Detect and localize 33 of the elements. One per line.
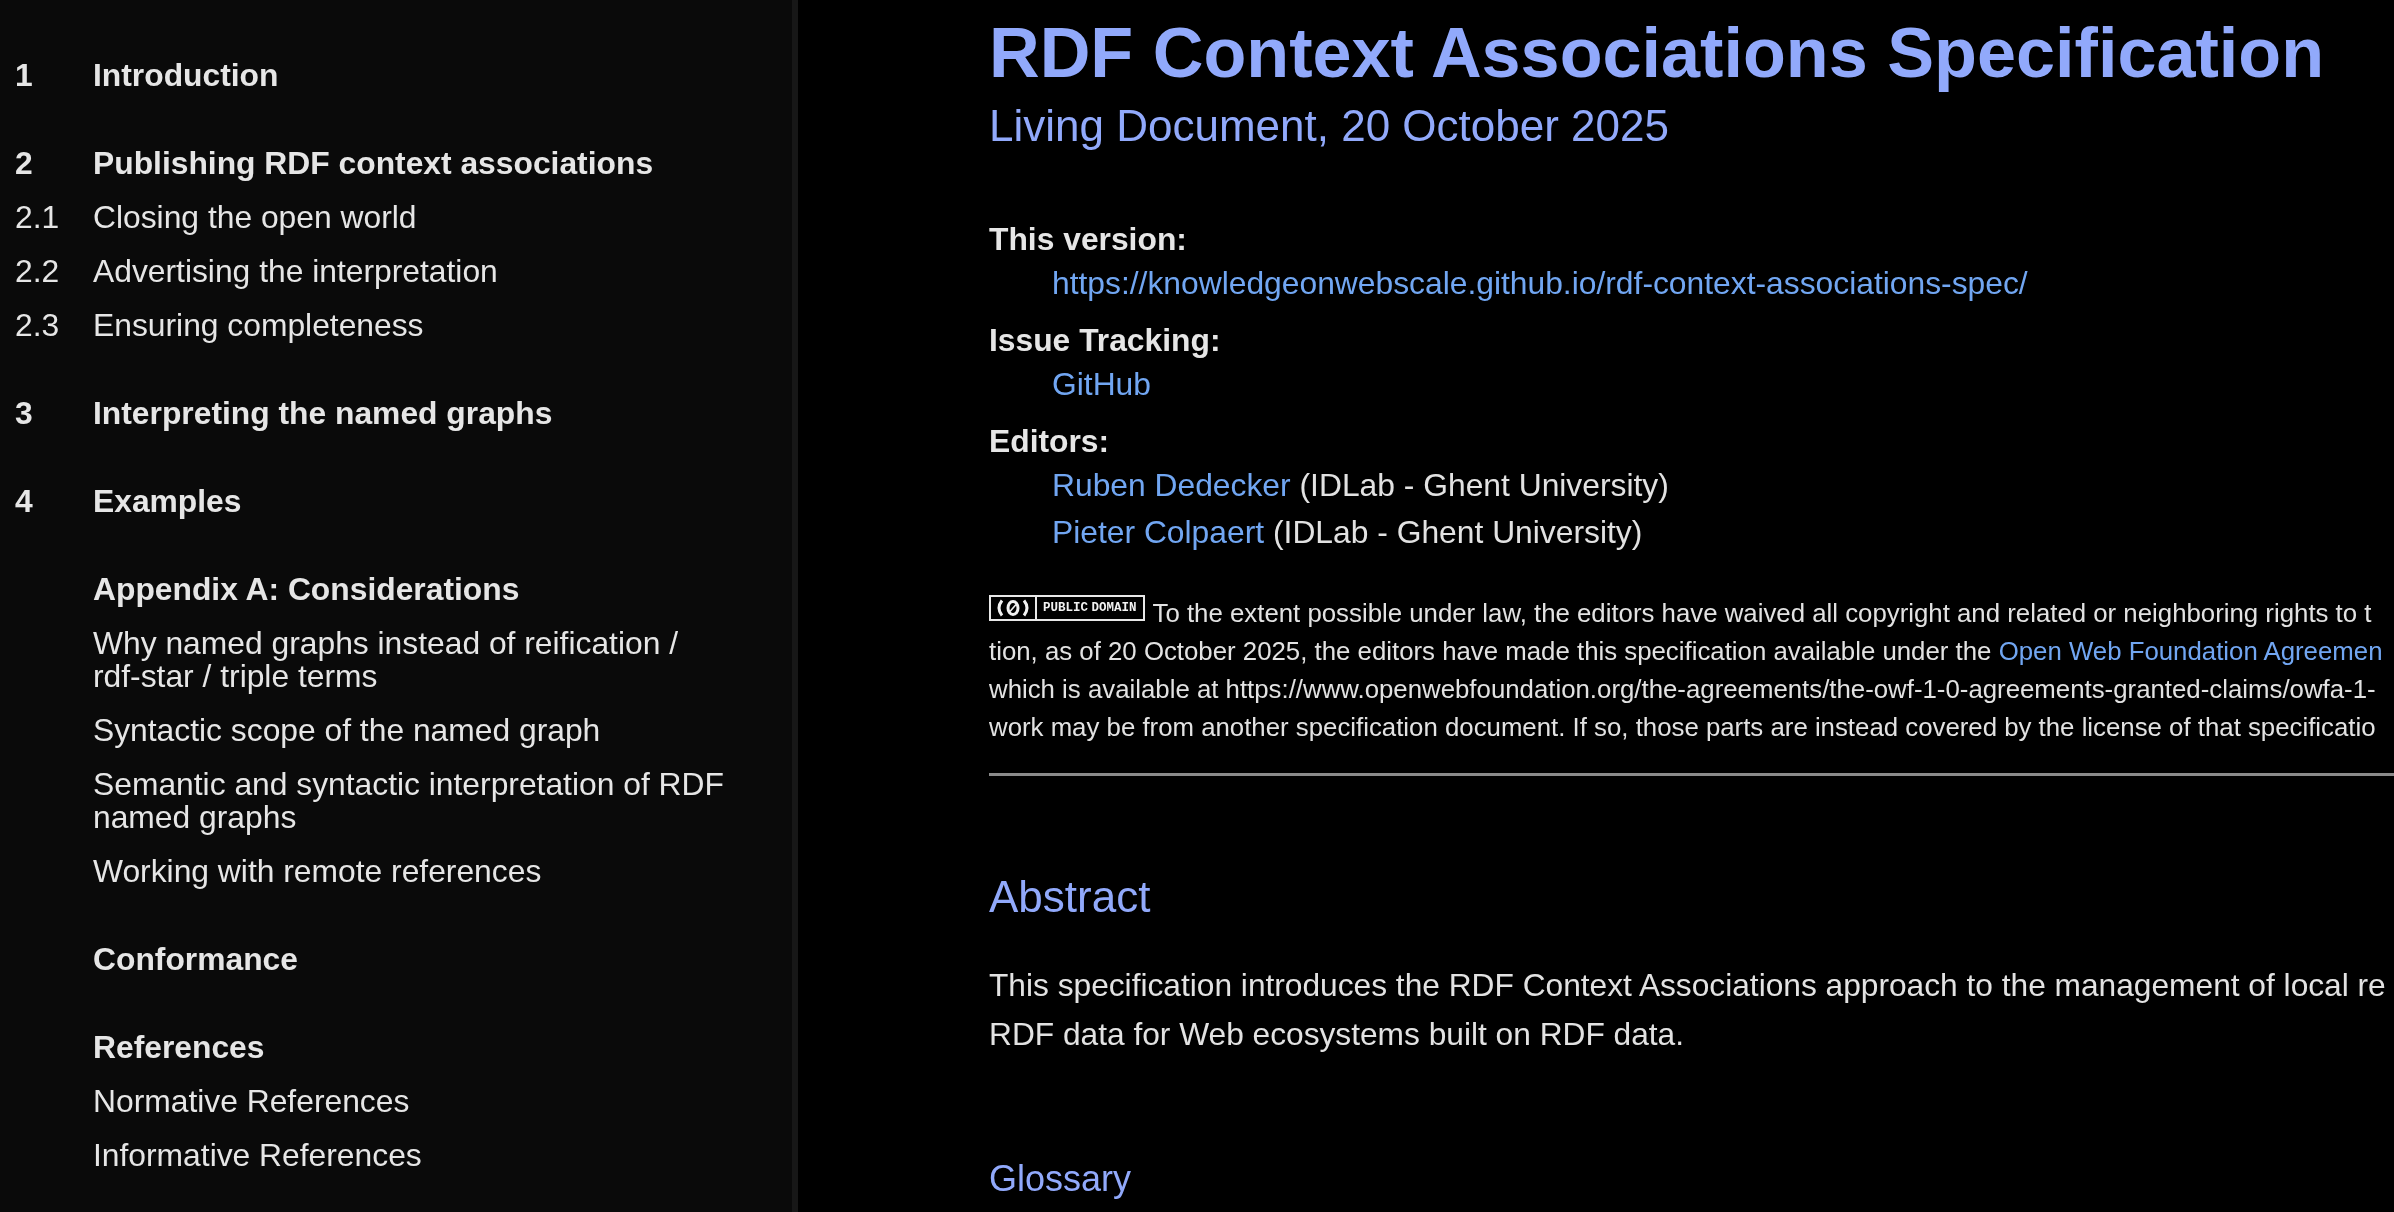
toc-link[interactable]: 2.2 Advertising the interpretation xyxy=(15,255,755,288)
toc-link[interactable]: Syntactic scope of the named graph xyxy=(93,714,755,747)
document-subtitle: Living Document, 20 October 2025 xyxy=(989,100,1670,152)
metadata-label: Issue Tracking: xyxy=(989,321,1222,360)
metadata-link[interactable]: Pieter Colpaert xyxy=(1052,514,1265,550)
toc-link[interactable]: Semantic and syntactic interpretation of RDF named graphs xyxy=(93,768,755,834)
toc-link[interactable]: Conformance xyxy=(93,943,755,976)
toc-link[interactable]: 2.3 Ensuring completeness xyxy=(15,309,755,342)
toc-link[interactable]: Normative References xyxy=(93,1085,755,1118)
toc-link[interactable]: Appendix A: Considerations xyxy=(93,573,755,606)
metadata-link[interactable]: GitHub xyxy=(1052,366,1151,402)
metadata-link[interactable]: Ruben Dedecker xyxy=(1052,467,1291,503)
toc-link[interactable]: 1 Introduction xyxy=(15,59,755,92)
toc-link[interactable]: 2.1 Closing the open world xyxy=(15,201,755,234)
toc-link[interactable]: 3 Interpreting the named graphs xyxy=(15,397,755,430)
affiliation-text: (IDLab - Ghent University) xyxy=(1299,467,1669,503)
toc-link[interactable]: Why named graphs instead of reification / rdf-star / triple terms xyxy=(93,627,755,693)
abstract-text: This specification introduces the RDF Context Associations approach to the management of local re RDF data for Web ecosystems built on RDF data. xyxy=(989,966,2387,1054)
badge-label: PUBLIC DOMAIN xyxy=(1035,597,1143,619)
section-heading: Abstract xyxy=(989,871,1152,923)
toc-link[interactable]: Informative References xyxy=(93,1139,755,1172)
copyright-notice: PUBLIC DOMAIN To the extent possible under law, the editors have waived all copyright and related or neighboring rights to t tion, as of 20 October 2025, the editors have made this specification available under the Open Web Foundation Agreemen which is available at https://www.openwebfoundation.org/the-agreements/the-owf-1-0-agreements-granted-claims/owfa-1- work may be from another specification document. If so, those parts are instead covered by the license of that specificatio xyxy=(989,594,2394,746)
toc-link[interactable]: 4 Examples xyxy=(15,485,755,518)
toc-link[interactable]: Working with remote references xyxy=(93,855,755,888)
license-link[interactable]: Open Web Foundation Agreemen xyxy=(1998,637,2383,665)
metadata-label: Editors: xyxy=(989,422,1111,461)
metadata-label: This version: xyxy=(989,220,1188,259)
toc-link[interactable]: References xyxy=(93,1031,755,1064)
metadata-link[interactable]: https://knowledgeonwebscale.github.io/rdf-context-associations-spec/ xyxy=(1052,265,2028,301)
section-heading: Glossary xyxy=(989,1157,1133,1200)
document-title: RDF Context Associations Specification xyxy=(989,12,2326,94)
toc-link[interactable]: 2 Publishing RDF context associations xyxy=(15,147,755,180)
affiliation-text: (IDLab - Ghent University) xyxy=(1273,514,1643,550)
